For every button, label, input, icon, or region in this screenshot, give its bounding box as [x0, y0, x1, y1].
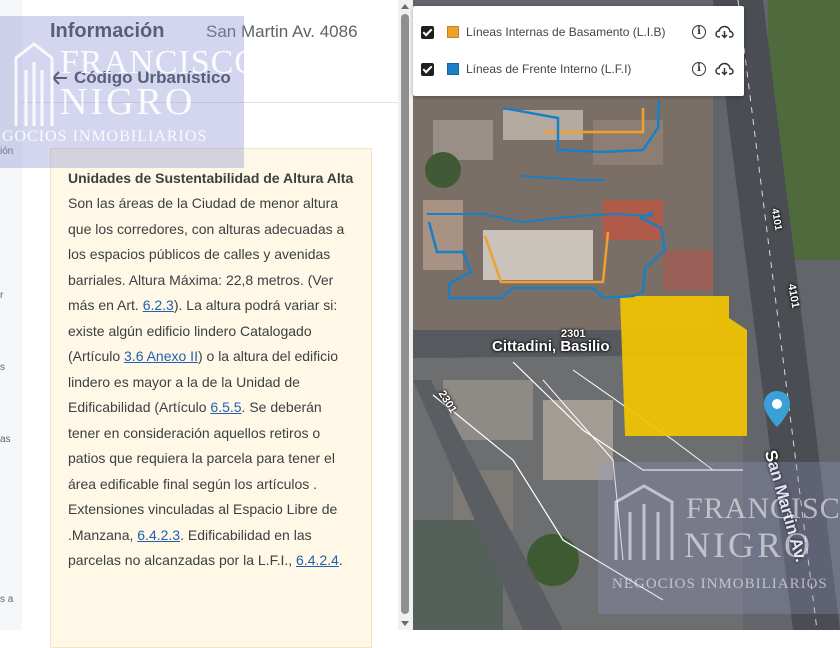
cloud-download-icon[interactable]: [715, 62, 734, 76]
body-text: .: [338, 552, 343, 568]
location-pin-icon[interactable]: [763, 390, 791, 428]
rail-text-fragment: s a: [0, 594, 14, 605]
layer-toggle-panel: Líneas Internas de Basamento (L.I.B) i L…: [413, 6, 744, 96]
watermark-logo-map: FRANCISCO NIGRO NEGOCIOS INMOBILIARIOS: [598, 462, 840, 614]
building-logo-icon: [614, 484, 674, 560]
watermark-name-line2: NIGRO: [60, 81, 196, 123]
street-label-cittadini: Cittadini, Basilio: [492, 338, 610, 355]
rail-text-fragment: r: [0, 290, 4, 301]
watermark-name-line1: FRANCISCO: [60, 44, 260, 81]
article-link-6-4-2-4[interactable]: 6.4.2.4: [296, 552, 339, 568]
watermark-name-line2: NIGRO: [684, 525, 813, 565]
rail-text-fragment: as: [0, 434, 11, 445]
rail-text-fragment: s: [0, 362, 5, 373]
article-link-6-4-2-3[interactable]: 6.4.2.3: [137, 527, 180, 543]
layer-color-swatch: [447, 26, 459, 38]
info-card-title: Unidades de Sustentabilidad de Altura Al…: [68, 170, 354, 186]
article-link-6-2-3[interactable]: 6.2.3: [143, 297, 174, 313]
layer-row-lib[interactable]: Líneas Internas de Basamento (L.I.B) i: [421, 21, 739, 43]
body-text: Son las áreas de la Ciudad de menor altu…: [68, 195, 345, 313]
info-icon[interactable]: i: [692, 62, 706, 76]
info-icon[interactable]: i: [692, 25, 706, 39]
layer-color-swatch: [447, 63, 459, 75]
cloud-download-icon[interactable]: [715, 25, 734, 39]
building-logo-icon: [14, 42, 54, 126]
watermark-tagline: NEGOCIOS INMOBILIARIOS: [612, 576, 828, 592]
layer-label: Líneas Internas de Basamento (L.I.B): [466, 25, 666, 39]
scroll-down-arrow-icon[interactable]: [401, 621, 409, 626]
watermark-logo: FRANCISCO NIGRO GOCIOS INMOBILIARIOS: [0, 16, 259, 168]
layer-checkbox-lfi[interactable]: [421, 62, 434, 76]
info-card-body: Son las áreas de la Ciudad de menor altu…: [68, 191, 355, 574]
watermark-tagline: GOCIOS INMOBILIARIOS: [2, 128, 208, 145]
article-link-6-5-5[interactable]: 6.5.5: [210, 399, 241, 415]
panel-scrollbar[interactable]: [398, 0, 413, 630]
body-text: . Se deberán tener en consideración aque…: [68, 399, 338, 543]
watermark-name-line1: FRANCISCO: [686, 492, 840, 525]
layer-label: Líneas de Frente Interno (L.F.I): [466, 62, 632, 76]
article-link-3-6-anexo-ii[interactable]: 3.6 Anexo II: [124, 348, 198, 364]
layer-row-lfi[interactable]: Líneas de Frente Interno (L.F.I) i: [421, 58, 739, 80]
scroll-up-arrow-icon[interactable]: [401, 4, 409, 9]
layer-checkbox-lib[interactable]: [421, 25, 434, 39]
info-card: Unidades de Sustentabilidad de Altura Al…: [50, 148, 372, 648]
block-number-label: 2301: [561, 328, 586, 340]
scrollbar-thumb[interactable]: [401, 14, 409, 614]
